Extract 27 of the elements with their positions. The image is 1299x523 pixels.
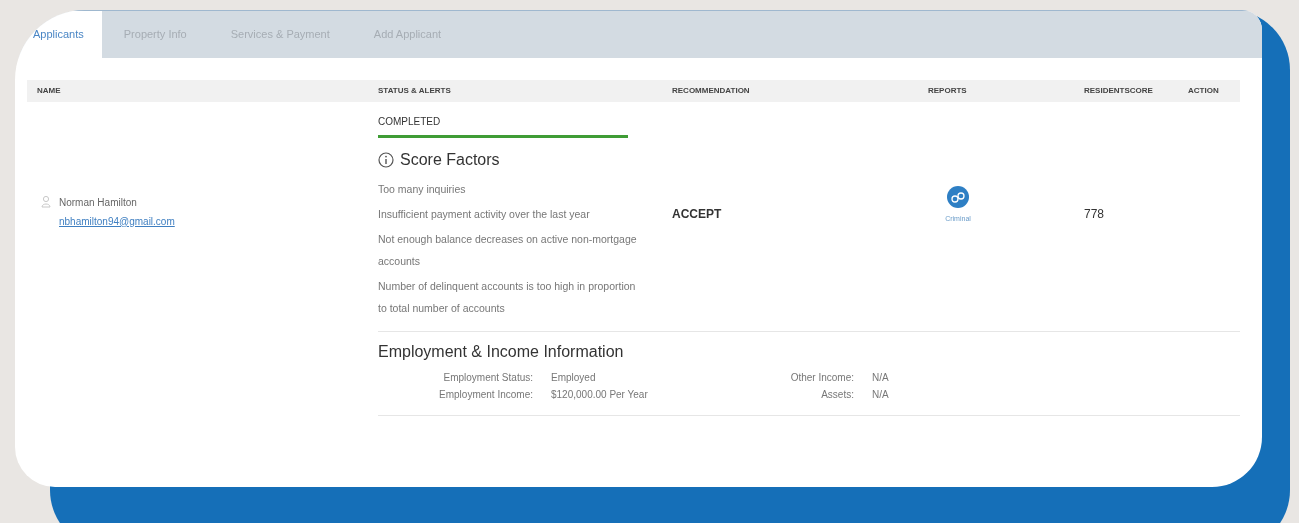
column-header: NAME xyxy=(36,85,62,97)
field-label: Assets: xyxy=(820,388,854,402)
applicant-name: Norman Hamilton xyxy=(59,195,138,210)
status-label: COMPLETED xyxy=(378,115,442,129)
column-header: ACTION xyxy=(1188,85,1220,97)
column-header: REPORTS xyxy=(928,85,968,97)
field-value: N/A xyxy=(872,388,890,402)
recommendation: ACCEPT xyxy=(672,205,722,223)
email-link[interactable]: nbhamilton94@gmail.com xyxy=(59,213,175,229)
field-label: Employment Status: xyxy=(442,371,533,385)
field-value: Employed xyxy=(551,371,597,385)
field-value: $120,000.00 Per Year xyxy=(551,388,649,402)
score-factor: Insufficient payment activity over the last year xyxy=(378,207,591,222)
column-header: RESIDENTSCORE xyxy=(1084,85,1154,97)
info-icon xyxy=(378,152,394,168)
section-heading: Score Factors xyxy=(400,150,500,170)
score-factor: Number of delinquent accounts is too high in proportion to total number of accounts xyxy=(378,279,637,316)
score-factor: Too many inquiries xyxy=(378,182,467,197)
resident-score: 778 xyxy=(1084,205,1105,223)
field-value: N/A xyxy=(872,371,890,385)
person-icon xyxy=(41,194,51,208)
field-label: Other Income: xyxy=(789,371,854,385)
column-header: STATUS & ALERTS xyxy=(378,85,452,97)
field-label: Employment Income: xyxy=(438,388,533,402)
score-factor: Not enough balance decreases on active non-mortgage accounts xyxy=(378,232,638,269)
section-heading: Employment & Income Information xyxy=(378,342,625,362)
column-header: RECOMMENDATION xyxy=(672,85,751,97)
